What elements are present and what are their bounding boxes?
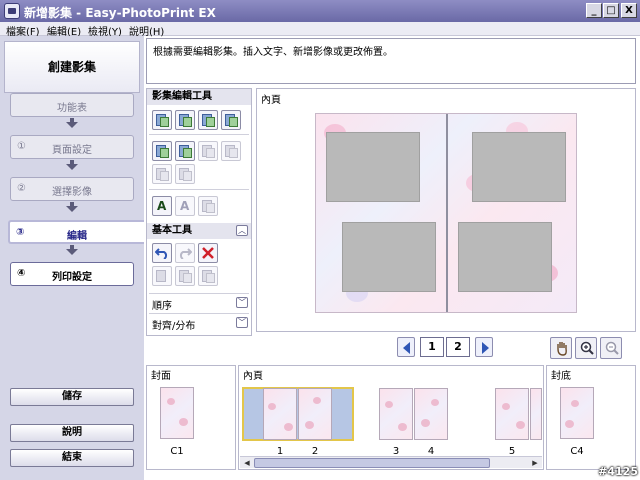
menu-bar: 檔案(F) 編輯(E) 檢視(Y) 說明(H) bbox=[0, 22, 640, 38]
exit-button[interactable]: 結束 bbox=[10, 449, 134, 467]
window-title: 新增影集 - Easy-PhotoPrint EX bbox=[24, 6, 216, 20]
step-select-images-label: 選擇影像 bbox=[52, 187, 92, 198]
watermark: #4125 bbox=[598, 465, 638, 478]
thumbnail-caption: C4 bbox=[570, 446, 584, 457]
photo-slot[interactable] bbox=[472, 132, 566, 202]
sidebar: 創建影集 功能表 ① 頁面設定 ② 選擇影像 ③ 編輯 ④ 列印設定 儲存 說明… bbox=[0, 36, 144, 480]
order-label[interactable]: 順序 bbox=[152, 297, 172, 312]
image-correct-icon[interactable] bbox=[221, 141, 241, 161]
replace-image-icon[interactable] bbox=[175, 110, 195, 130]
add-text-icon[interactable]: A bbox=[152, 196, 172, 216]
divider bbox=[149, 313, 249, 314]
step-page-setup-label: 頁面設定 bbox=[52, 145, 92, 156]
photo-slot[interactable] bbox=[326, 132, 420, 202]
step-print-settings-label: 列印設定 bbox=[52, 272, 92, 283]
copy-icon[interactable] bbox=[175, 266, 195, 286]
title-bar: 新增影集 - Easy-PhotoPrint EX _ □ X bbox=[0, 0, 640, 22]
page-number-left[interactable]: 1 bbox=[420, 337, 444, 357]
step-menu-label: 功能表 bbox=[57, 103, 87, 114]
step-select-images-button[interactable]: ② 選擇影像 bbox=[10, 177, 134, 201]
collapse-chevron-icon[interactable]: ︿ bbox=[236, 225, 248, 236]
page-number-right[interactable]: 2 bbox=[446, 337, 470, 357]
next-page-button[interactable] bbox=[475, 337, 493, 357]
divider bbox=[149, 293, 249, 294]
undo-icon[interactable] bbox=[152, 243, 172, 263]
sidebar-title: 創建影集 bbox=[4, 41, 140, 93]
app-icon bbox=[4, 3, 20, 19]
cover-label: 封面 bbox=[151, 371, 171, 382]
photo-effect-icon[interactable] bbox=[175, 141, 195, 161]
cut-icon[interactable] bbox=[152, 266, 172, 286]
flip-icon[interactable] bbox=[175, 164, 195, 184]
step-arrow bbox=[66, 249, 78, 255]
photo-slot[interactable] bbox=[458, 222, 552, 292]
photo-slot[interactable] bbox=[342, 222, 436, 292]
thumbnail-page-1[interactable] bbox=[263, 388, 297, 440]
help-button[interactable]: 說明 bbox=[10, 424, 134, 442]
crop-icon[interactable] bbox=[198, 141, 218, 161]
step-edit-label: 編輯 bbox=[67, 231, 87, 242]
paste-icon[interactable] bbox=[198, 266, 218, 286]
background-icon[interactable] bbox=[221, 110, 241, 130]
scrollbar-thumb[interactable] bbox=[254, 458, 490, 468]
redo-icon[interactable] bbox=[175, 243, 195, 263]
prev-page-button[interactable] bbox=[397, 337, 415, 357]
thumbnail-page-3[interactable] bbox=[379, 388, 413, 440]
align-label[interactable]: 對齊/分布 bbox=[152, 317, 195, 332]
scroll-right-icon[interactable]: ▶ bbox=[529, 458, 541, 468]
clipart-icon[interactable] bbox=[198, 196, 218, 216]
maximize-button[interactable]: □ bbox=[603, 3, 619, 18]
close-button[interactable]: X bbox=[621, 3, 637, 18]
step-print-settings-button[interactable]: ④ 列印設定 bbox=[10, 262, 134, 286]
minimize-button[interactable]: _ bbox=[586, 3, 602, 18]
layout-icon[interactable] bbox=[198, 110, 218, 130]
back-cover-label: 封底 bbox=[551, 371, 571, 382]
divider bbox=[149, 134, 249, 135]
expand-chevron-icon[interactable]: ﹀ bbox=[236, 317, 248, 328]
step-edit-button[interactable]: ③ 編輯 bbox=[8, 220, 144, 244]
chevron-left-icon bbox=[403, 342, 410, 354]
thumbnail-page-4[interactable] bbox=[414, 388, 448, 440]
scroll-left-icon[interactable]: ◀ bbox=[241, 458, 253, 468]
step-arrow bbox=[66, 206, 78, 212]
text-a-glyph: A bbox=[157, 199, 167, 213]
step-menu-button[interactable]: 功能表 bbox=[10, 93, 134, 117]
text-edit-icon[interactable]: A bbox=[175, 196, 195, 216]
thumbnail-c1[interactable] bbox=[160, 387, 194, 439]
zoom-out-icon[interactable] bbox=[600, 337, 622, 359]
page-fold bbox=[446, 114, 448, 312]
hand-tool-icon[interactable] bbox=[550, 337, 572, 359]
thumbnail-page-5[interactable] bbox=[495, 388, 529, 440]
thumbnail-page-6-partial[interactable] bbox=[530, 388, 542, 440]
divider bbox=[149, 189, 249, 190]
rotate-icon[interactable] bbox=[152, 164, 172, 184]
thumbnail-page-2[interactable] bbox=[298, 388, 332, 440]
page-view: 內頁 bbox=[256, 88, 636, 332]
tools-panel: 影集編輯工具 A A 基本工具 ︿ 順序 ﹀ 對齊/分布 ﹀ bbox=[146, 88, 252, 336]
step-page-setup-button[interactable]: ① 頁面設定 bbox=[10, 135, 134, 159]
inner-pages-label: 內頁 bbox=[243, 371, 263, 382]
horizontal-scrollbar[interactable]: ◀ ▶ bbox=[240, 456, 542, 468]
expand-chevron-icon[interactable]: ﹀ bbox=[236, 297, 248, 308]
step-arrow bbox=[66, 122, 78, 128]
text-a-glyph: A bbox=[180, 199, 190, 213]
zoom-in-icon[interactable] bbox=[575, 337, 597, 359]
thumbnail-c4[interactable] bbox=[560, 387, 594, 439]
chevron-right-icon bbox=[482, 342, 489, 354]
frame-icon[interactable] bbox=[152, 141, 172, 161]
page-spread[interactable] bbox=[315, 113, 577, 313]
instruction-text: 根據需要編輯影集。插入文字、新增影像或更改佈置。 bbox=[146, 38, 636, 84]
step-arrow bbox=[66, 164, 78, 170]
delete-icon[interactable] bbox=[198, 243, 218, 263]
add-image-icon[interactable] bbox=[152, 110, 172, 130]
thumbnail-caption: C1 bbox=[170, 446, 184, 457]
save-button[interactable]: 儲存 bbox=[10, 388, 134, 406]
page-view-label: 內頁 bbox=[261, 95, 281, 106]
album-tools-title: 影集編輯工具 bbox=[147, 89, 251, 105]
